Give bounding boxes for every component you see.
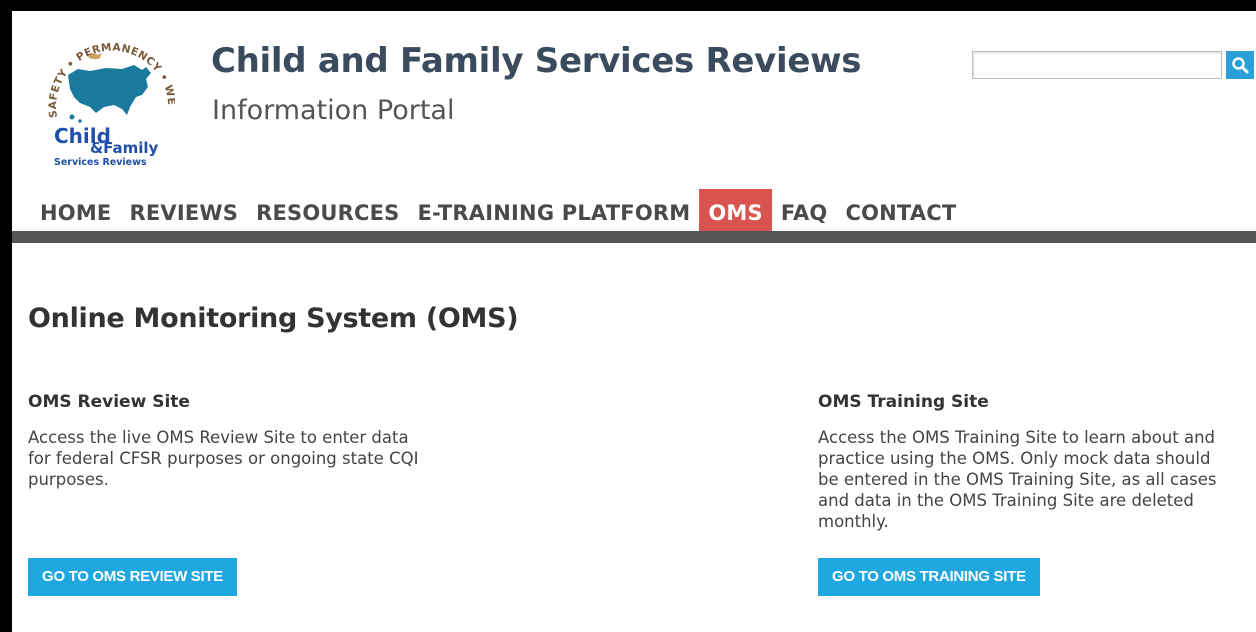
oms-training-section: OMS Training Site Access the OMS Trainin…	[818, 391, 1218, 532]
oms-review-section: OMS Review Site Access the live OMS Revi…	[28, 391, 428, 490]
go-to-oms-training-site-button[interactable]: GO TO OMS TRAINING SITE	[818, 558, 1040, 596]
nav-item-faq[interactable]: FAQ	[772, 189, 837, 231]
nav-divider-bar	[12, 231, 1256, 243]
search-button[interactable]	[1226, 51, 1254, 79]
logo-text-services: Services Reviews	[54, 157, 147, 168]
nav-item-e-training-platform[interactable]: E-TRAINING PLATFORM	[409, 189, 700, 231]
section-description: Access the OMS Training Site to learn ab…	[818, 428, 1217, 531]
logo-text-family: &Family	[90, 139, 158, 157]
logo-emblem: SAFETY • PERMANENCY • WELL-BEING Child &…	[25, 11, 176, 168]
section-description: Access the live OMS Review Site to enter…	[28, 428, 419, 489]
nav-item-home[interactable]: HOME	[30, 189, 120, 231]
page-heading: Online Monitoring System (OMS)	[28, 303, 519, 334]
main-nav: HOME REVIEWS RESOURCES E-TRAINING PLATFO…	[30, 189, 965, 231]
site-subtitle: Information Portal	[212, 95, 455, 126]
search-icon	[1232, 57, 1249, 74]
nav-item-resources[interactable]: RESOURCES	[247, 189, 408, 231]
site-logo[interactable]: SAFETY • PERMANENCY • WELL-BEING Child &…	[25, 11, 176, 168]
site-title[interactable]: Child and Family Services Reviews	[211, 41, 861, 81]
section-title: OMS Review Site	[28, 392, 190, 412]
nav-item-contact[interactable]: CONTACT	[836, 189, 965, 231]
nav-item-reviews[interactable]: REVIEWS	[120, 189, 247, 231]
search-input[interactable]	[972, 51, 1222, 79]
go-to-oms-review-site-button[interactable]: GO TO OMS REVIEW SITE	[28, 558, 237, 596]
section-title: OMS Training Site	[818, 392, 989, 412]
nav-item-oms[interactable]: OMS	[699, 189, 772, 231]
page: SAFETY • PERMANENCY • WELL-BEING Child &…	[12, 11, 1256, 632]
